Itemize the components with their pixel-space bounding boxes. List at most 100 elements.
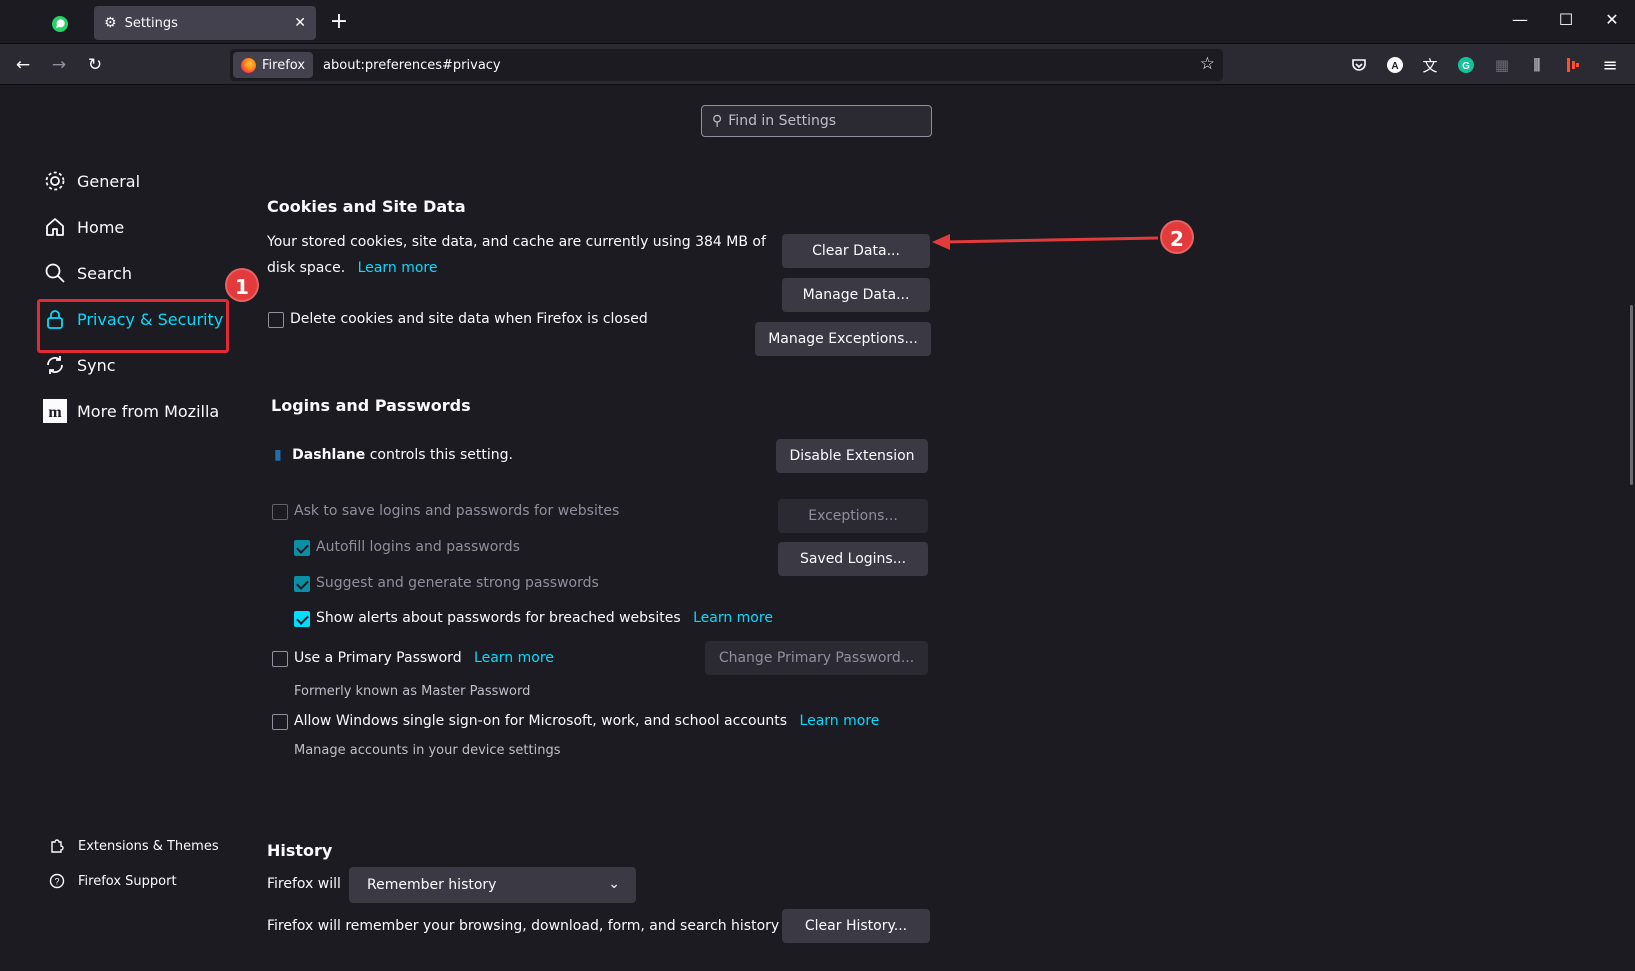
- identity-box[interactable]: Firefox: [233, 52, 314, 78]
- history-heading: History: [267, 841, 333, 860]
- grammarly-icon[interactable]: G: [1456, 55, 1476, 75]
- dashlane-small-icon: ▮: [274, 447, 282, 463]
- equalizer-extension-icon[interactable]: ⫼: [1527, 55, 1547, 75]
- find-in-settings-input[interactable]: ⚲ Find in Settings: [701, 105, 932, 137]
- calendar-extension-icon[interactable]: ▦: [1492, 55, 1512, 75]
- primary-password-row: Use a Primary Password Learn more: [294, 650, 554, 666]
- gear-icon: ⚙: [104, 15, 117, 31]
- mozilla-icon: m: [43, 399, 67, 423]
- pocket-icon[interactable]: [1349, 55, 1369, 75]
- cookies-usage-text: disk space.: [267, 260, 346, 276]
- svg-text:m: m: [48, 404, 62, 421]
- cookies-learn-more-link[interactable]: Learn more: [358, 260, 438, 276]
- change-primary-password-button[interactable]: Change Primary Password...: [705, 641, 928, 675]
- maximize-icon[interactable]: ☐: [1551, 10, 1581, 34]
- windows-sso-checkbox[interactable]: [272, 714, 288, 730]
- svg-text:A: A: [1391, 61, 1398, 72]
- breach-alerts-checkbox[interactable]: [294, 611, 310, 627]
- sidebar-item-label: More from Mozilla: [77, 401, 220, 421]
- history-description: Firefox will remember your browsing, dow…: [267, 918, 780, 934]
- delete-on-close-label: Delete cookies and site data when Firefo…: [290, 311, 648, 327]
- sidebar-item-general[interactable]: General: [43, 161, 140, 201]
- cookies-usage-line2: disk space. Learn more: [267, 260, 437, 276]
- clear-history-button[interactable]: Clear History...: [782, 909, 930, 943]
- saved-logins-button[interactable]: Saved Logins...: [778, 542, 928, 576]
- cookies-heading: Cookies and Site Data: [267, 197, 466, 216]
- annotation-badge-1: 1: [225, 268, 259, 302]
- translate-extension-icon[interactable]: 文: [1420, 55, 1440, 75]
- svg-text:?: ?: [54, 877, 59, 887]
- firefox-support-link[interactable]: ? Firefox Support: [48, 872, 177, 890]
- sidebar-item-label: Home: [77, 217, 125, 237]
- disable-extension-button[interactable]: Disable Extension: [776, 439, 928, 473]
- autofill-checkbox[interactable]: [294, 540, 310, 556]
- menu-icon[interactable]: ≡: [1600, 55, 1620, 76]
- extensions-themes-link[interactable]: Extensions & Themes: [48, 837, 219, 855]
- breach-alerts-row: Show alerts about passwords for breached…: [316, 610, 773, 626]
- breach-learn-more-link[interactable]: Learn more: [693, 610, 773, 626]
- manage-data-button[interactable]: Manage Data...: [782, 278, 930, 312]
- svg-text:G: G: [1462, 61, 1470, 72]
- puzzle-icon: [48, 837, 66, 855]
- history-mode-value: Remember history: [367, 877, 497, 893]
- sidebar-item-mozilla[interactable]: m More from Mozilla: [43, 391, 219, 431]
- breach-alerts-label: Show alerts about passwords for breached…: [316, 610, 681, 626]
- exceptions-button[interactable]: Exceptions...: [778, 499, 928, 533]
- history-mode-select[interactable]: Remember history ⌄: [349, 867, 636, 903]
- windows-sso-row: Allow Windows single sign-on for Microso…: [294, 713, 879, 729]
- account-icon[interactable]: A: [1385, 55, 1405, 75]
- controller-name: Dashlane: [292, 447, 366, 463]
- sidebar-item-home[interactable]: Home: [43, 207, 124, 247]
- navigation-toolbar: ← → ↻ Firefox about:preferences#privacy …: [0, 44, 1635, 85]
- gear-icon: [43, 169, 67, 193]
- url-text[interactable]: about:preferences#privacy: [323, 58, 501, 73]
- delete-on-close-checkbox[interactable]: [268, 312, 284, 328]
- reload-button[interactable]: ↻: [82, 52, 108, 78]
- identity-label: Firefox: [262, 57, 306, 73]
- suggest-checkbox[interactable]: [294, 576, 310, 592]
- whatsapp-icon: [52, 16, 68, 32]
- dashlane-control-notice: ▮ Dashlane controls this setting.: [274, 447, 513, 463]
- home-icon: [43, 215, 67, 239]
- search-icon: ⚲: [712, 113, 723, 129]
- dashlane-icon[interactable]: [1563, 55, 1583, 75]
- primary-learn-more-link[interactable]: Learn more: [474, 650, 554, 666]
- sso-learn-more-link[interactable]: Learn more: [800, 713, 880, 729]
- ask-to-save-checkbox[interactable]: [272, 504, 288, 520]
- manage-exceptions-button[interactable]: Manage Exceptions...: [755, 322, 931, 356]
- tab-strip: ⚙ Settings ✕ + — ☐ ✕: [0, 0, 1635, 44]
- forward-button[interactable]: →: [46, 52, 72, 78]
- page-scrollbar[interactable]: [1630, 305, 1633, 485]
- sidebar-item-label: General: [77, 171, 141, 191]
- help-icon: ?: [48, 872, 66, 890]
- sync-icon: [43, 353, 67, 377]
- tab-title: Settings: [124, 15, 178, 31]
- close-tab-icon[interactable]: ✕: [294, 15, 306, 31]
- settings-page: ⚲ Find in Settings General Home Search P…: [0, 85, 1635, 971]
- formerly-master-password-note: Formerly known as Master Password: [294, 684, 531, 699]
- chevron-down-icon: ⌄: [608, 876, 620, 892]
- annotation-badge-2: 2: [1160, 220, 1194, 254]
- primary-password-label: Use a Primary Password: [294, 650, 462, 666]
- whatsapp-pinned-tab[interactable]: [48, 12, 72, 36]
- sidebar-item-label: Search: [77, 263, 132, 283]
- url-bar[interactable]: Firefox about:preferences#privacy ☆: [230, 49, 1223, 81]
- sidebar-item-search[interactable]: Search: [43, 253, 132, 293]
- tab-settings[interactable]: ⚙ Settings ✕: [94, 6, 316, 40]
- autofill-label: Autofill logins and passwords: [316, 539, 520, 555]
- minimize-icon[interactable]: —: [1505, 10, 1535, 34]
- search-icon: [43, 261, 67, 285]
- sidebar-item-sync[interactable]: Sync: [43, 345, 116, 385]
- ask-to-save-label: Ask to save logins and passwords for web…: [294, 503, 620, 519]
- close-window-icon[interactable]: ✕: [1597, 10, 1627, 34]
- back-button[interactable]: ←: [10, 52, 36, 78]
- bookmark-star-icon[interactable]: ☆: [1200, 54, 1215, 74]
- clear-data-button[interactable]: Clear Data...: [782, 234, 930, 268]
- footer-label: Firefox Support: [78, 873, 177, 889]
- sidebar-item-label: Sync: [77, 355, 116, 375]
- controller-text: controls this setting.: [369, 447, 513, 463]
- cookies-usage-line1: Your stored cookies, site data, and cach…: [267, 234, 766, 250]
- primary-password-checkbox[interactable]: [272, 651, 288, 667]
- logins-heading: Logins and Passwords: [271, 396, 471, 415]
- new-tab-button[interactable]: +: [326, 10, 352, 36]
